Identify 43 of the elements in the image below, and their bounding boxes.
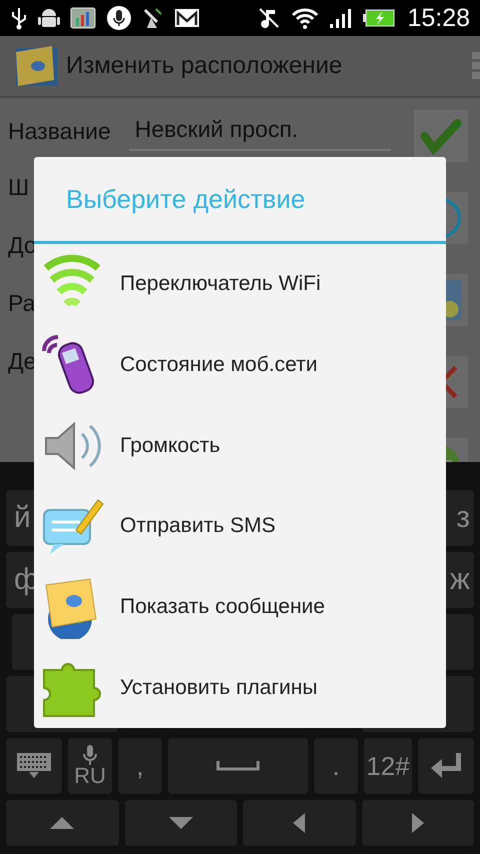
space-key[interactable]	[168, 738, 308, 794]
field-label: Ш	[8, 174, 30, 200]
enter-key[interactable]	[418, 738, 474, 794]
right-arrow-key[interactable]	[362, 800, 474, 846]
keyboard-key[interactable]: 12#	[364, 738, 412, 794]
satellite-icon	[142, 6, 164, 30]
hide-keyboard-key[interactable]	[6, 738, 62, 794]
action-item[interactable]: Установить плагины	[34, 647, 446, 728]
usb-icon	[10, 6, 28, 30]
right-arrow-icon	[412, 813, 424, 833]
action-item[interactable]: Переключатель WiFi	[34, 244, 446, 325]
space-bar-icon	[216, 761, 260, 771]
clock: 15:28	[407, 4, 470, 32]
up-arrow-key[interactable]	[6, 800, 118, 846]
screen-title: Изменить расположение	[66, 52, 344, 80]
microphone-icon	[106, 5, 132, 31]
signal-icon	[329, 6, 354, 30]
keyboard-key[interactable]: ,	[118, 738, 162, 794]
muted-music-icon	[257, 6, 282, 30]
keyboard-hide-icon	[16, 752, 52, 780]
language-key[interactable]: RU	[68, 738, 112, 794]
left-arrow-icon	[293, 813, 306, 833]
action-item[interactable]: Громкость	[34, 405, 446, 486]
mail-icon	[174, 7, 200, 29]
down-arrow-key[interactable]	[124, 800, 237, 846]
battery-icon	[363, 8, 396, 28]
field-label: Де	[8, 348, 36, 374]
left-arrow-key[interactable]	[243, 800, 356, 846]
android-icon	[38, 6, 60, 30]
name-input-field[interactable]: Невский просп.	[128, 112, 391, 150]
up-arrow-icon	[50, 817, 74, 829]
bar-chart-icon	[70, 6, 96, 30]
field-label: Ра	[8, 290, 36, 316]
down-arrow-icon	[168, 817, 193, 829]
keyboard-key[interactable]: .	[314, 738, 358, 794]
field-label: Название	[8, 118, 111, 144]
wifi-icon	[291, 6, 320, 30]
app-logo-icon[interactable]	[16, 44, 60, 88]
dialog-title: Выберите действие	[34, 157, 446, 244]
checkmark-button[interactable]	[414, 110, 468, 162]
enter-arrow-icon	[430, 753, 462, 779]
microphone-icon	[83, 745, 97, 765]
action-item[interactable]: Состояние моб.сети	[34, 324, 446, 406]
